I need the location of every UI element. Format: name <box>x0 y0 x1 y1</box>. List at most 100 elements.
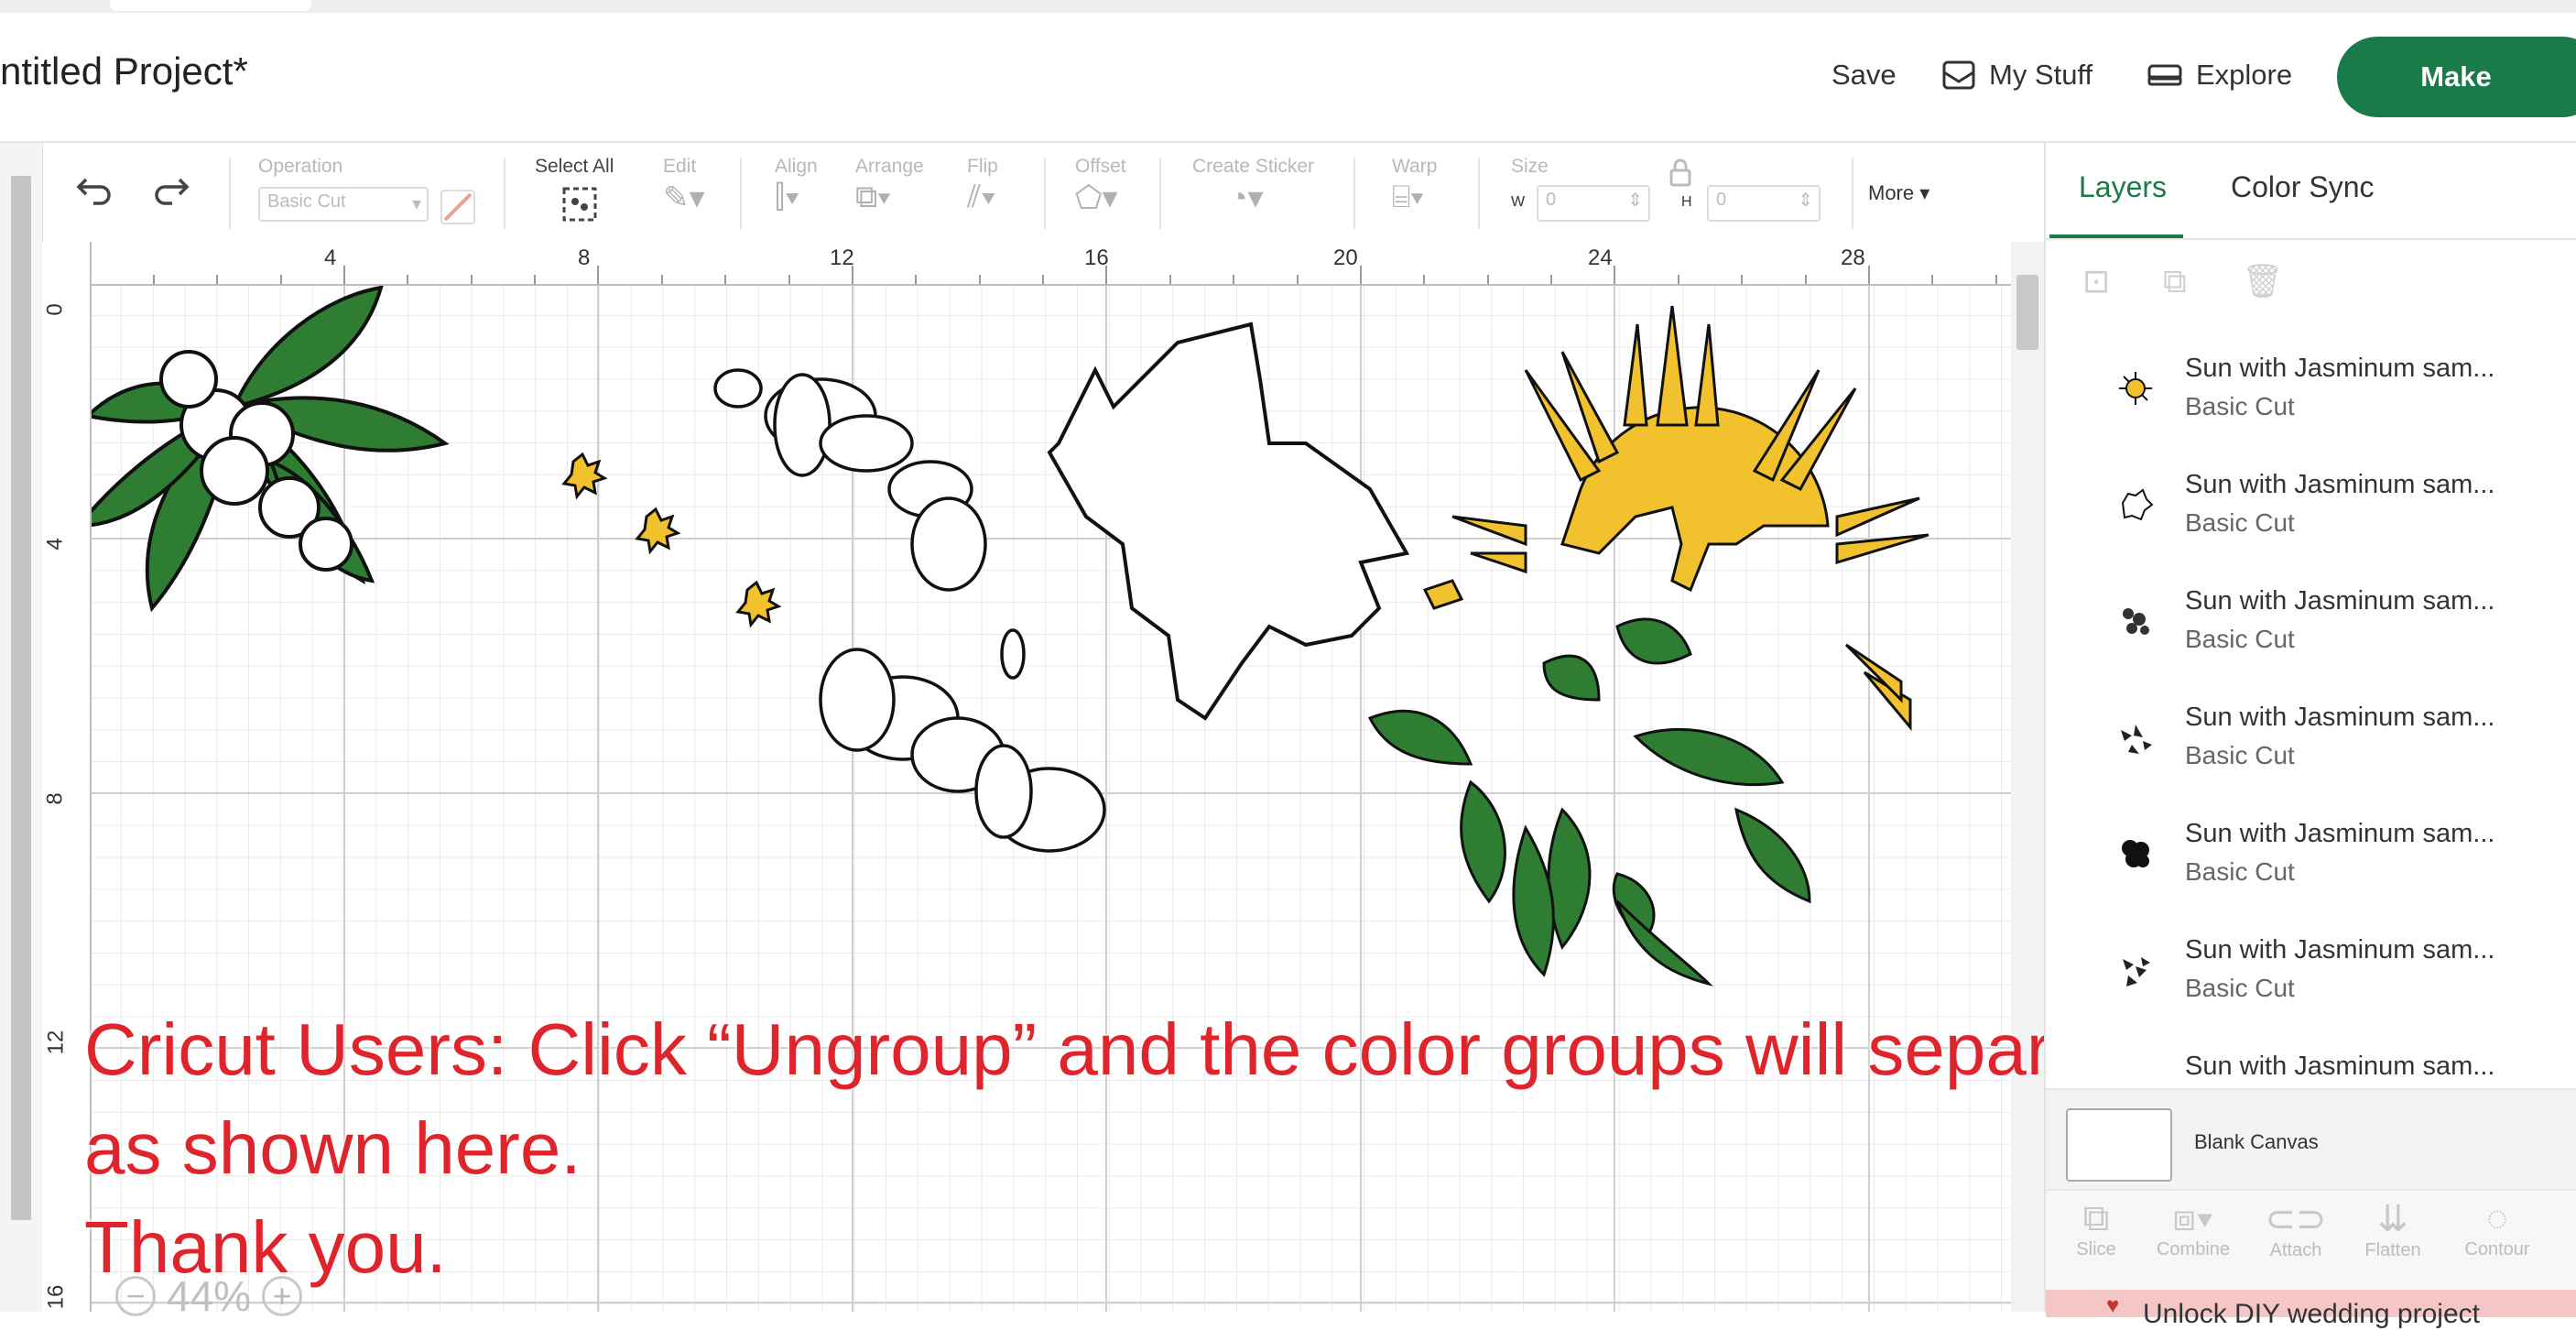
tab-color-sync[interactable]: Color Sync <box>2231 170 2375 204</box>
layer-operation: Basic Cut <box>2185 741 2295 769</box>
layer-name: Sun with Jasminum sam... <box>2185 819 2495 848</box>
layer-name: Sun with Jasminum sam... <box>2185 703 2495 732</box>
more-label: More <box>1868 181 1915 204</box>
offset-label: Offset <box>1075 156 1126 177</box>
canvas-scroll-thumb[interactable] <box>2016 275 2038 350</box>
create-sticker-label: Create Sticker <box>1192 156 1315 177</box>
arrange-button[interactable]: Arrange ⧉▾ <box>855 156 924 215</box>
layers-panel: Layers Color Sync ⊡ ⧉ 🗑 Sun with Jasminu… <box>2044 143 2576 1329</box>
lock-icon <box>1669 158 1691 187</box>
sticker-icon: ◔▾ <box>1229 180 1264 215</box>
layer-item[interactable]: Sun with Jasminum sam... Basic Cut <box>2046 335 2576 452</box>
flip-button[interactable]: Flip ⫽▾ <box>967 156 998 215</box>
operation-value: Basic Cut <box>267 191 346 212</box>
undo-icon <box>76 178 111 205</box>
create-sticker-button[interactable]: Create Sticker ◔▾ <box>1192 156 1314 216</box>
browser-tab-strip <box>0 0 2576 13</box>
layer-name: Sun with Jasminum sam... <box>2185 354 2495 383</box>
more-button[interactable]: More ▾ <box>1868 181 1929 205</box>
select-all-label: Select All <box>535 156 614 177</box>
lock-ratio-button[interactable] <box>1667 158 1694 193</box>
layer-item[interactable]: Sun with Jasminum sam... Basic Cut <box>2046 684 2576 801</box>
my-stuff-label: My Stuff <box>1989 59 2093 91</box>
ruler-top: 4 8 12 16 20 24 28 <box>42 242 2011 286</box>
project-title[interactable]: ntitled Project* <box>0 49 248 93</box>
delete-icon[interactable]: 🗑 <box>2242 262 2284 300</box>
height-input[interactable]: 0 ⇕ <box>1707 185 1821 222</box>
tab-layers[interactable]: Layers <box>2079 170 2167 204</box>
layer-thumbnail-icon <box>2121 488 2154 521</box>
undo-button[interactable] <box>73 170 115 212</box>
warp-icon: ⌸▾ <box>1392 180 1424 214</box>
color-swatch-icon <box>440 190 475 224</box>
zoom-control: − 44% + <box>115 1271 303 1321</box>
blank-canvas-label: Blank Canvas <box>2194 1130 2319 1153</box>
redo-button[interactable] <box>150 170 192 212</box>
zoom-in-button[interactable]: + <box>262 1276 303 1316</box>
edit-label: Edit <box>663 156 697 177</box>
group-icon[interactable]: ⊡ <box>2082 262 2110 300</box>
layer-item[interactable]: Sun with Jasminum sam... Basic Cut <box>2046 917 2576 1033</box>
combine-label: Combine <box>2156 1239 2231 1259</box>
slice-button[interactable]: ⧉ Slice <box>2046 1198 2147 1260</box>
warp-label: Warp <box>1392 156 1438 177</box>
size-label: Size <box>1511 156 1549 177</box>
align-icon: ⫿▾ <box>775 180 800 214</box>
flatten-icon: ⇊ <box>2377 1199 2408 1239</box>
stepper-icon: ⇕ <box>1798 191 1813 211</box>
my-stuff-button[interactable]: My Stuff <box>1941 59 2092 92</box>
layer-item[interactable]: Sun with Jasminum sam... Basic Cut <box>2046 452 2576 568</box>
ruler-top-ticks <box>89 266 1997 284</box>
save-button[interactable]: Save <box>1831 59 1897 92</box>
align-label: Align <box>775 156 818 177</box>
layer-thumbnail-icon <box>2122 840 2149 867</box>
layer-name: Sun with Jasminum sam... <box>2185 586 2495 616</box>
blank-canvas-row[interactable]: Blank Canvas <box>2046 1088 2576 1191</box>
operation-group: Operation <box>258 156 342 178</box>
select-all-icon <box>562 187 597 222</box>
pencil-icon: ✎▾ <box>663 180 705 215</box>
upsell-banner[interactable]: ♥ Unlock DIY wedding project <box>2046 1290 2576 1329</box>
layer-operation: Basic Cut <box>2185 392 2295 420</box>
attach-button[interactable]: ⊂⊃ Attach <box>2245 1198 2346 1261</box>
ruler-left-tick: 4 <box>42 538 68 551</box>
align-button[interactable]: Align ⫿▾ <box>775 156 818 215</box>
machine-icon <box>2147 64 2182 86</box>
explore-button[interactable]: Explore <box>2147 59 2292 92</box>
layer-operation: Basic Cut <box>2185 857 2295 886</box>
select-all-button[interactable]: Select All <box>535 156 614 228</box>
offset-button[interactable]: Offset ⬠▾ <box>1075 156 1126 216</box>
ruler-left-tick: 8 <box>42 792 68 805</box>
combine-button[interactable]: ⧈▾ Combine <box>2143 1198 2244 1260</box>
layer-item[interactable]: Sun with Jasminum sam... Basic Cut <box>2046 801 2576 917</box>
layer-actions-bar: ⧉ Slice ⧈▾ Combine ⊂⊃ Attach ⇊ Flatten ◌… <box>2046 1189 2576 1292</box>
operation-label: Operation <box>258 156 343 177</box>
make-button[interactable]: Make <box>2337 37 2576 117</box>
layer-thumbnail-icon <box>2121 725 2152 754</box>
layer-item[interactable]: Sun with Jasminum sam... Basic Cut <box>2046 568 2576 684</box>
width-value: 0 <box>1546 190 1557 210</box>
stepper-icon: ⇕ <box>1627 191 1643 211</box>
width-input[interactable]: 0 ⇕ <box>1537 185 1650 222</box>
layer-item[interactable]: Sun with Jasminum sam... <box>2046 1033 2576 1088</box>
zoom-out-button[interactable]: − <box>115 1276 156 1316</box>
left-scrollbar-thumb[interactable] <box>11 176 31 1220</box>
edit-button[interactable]: Edit ✎▾ <box>663 156 705 216</box>
operation-select[interactable]: Basic Cut ▾ <box>258 187 429 222</box>
layer-thumbnail-icon <box>2119 372 2152 405</box>
arrange-label: Arrange <box>855 156 924 177</box>
contour-button[interactable]: ◌ Contour <box>2447 1198 2548 1260</box>
contour-label: Contour <box>2464 1239 2530 1259</box>
ruler-left-tick: 16 <box>43 1284 69 1310</box>
duplicate-icon[interactable]: ⧉ <box>2163 262 2187 301</box>
pen-color-swatch[interactable] <box>440 189 476 230</box>
flatten-button[interactable]: ⇊ Flatten <box>2342 1198 2443 1261</box>
arrange-icon: ⧉▾ <box>855 180 891 214</box>
layer-operation: Basic Cut <box>2185 508 2295 537</box>
blank-canvas-swatch[interactable] <box>2066 1108 2172 1182</box>
edit-toolbar: Operation Basic Cut ▾ Select All Edit ✎▾… <box>0 143 2044 244</box>
warp-button[interactable]: Warp ⌸▾ <box>1392 156 1437 215</box>
heart-icon: ♥ <box>2106 1293 2120 1318</box>
size-group: Size <box>1511 156 1549 178</box>
attach-label: Attach <box>2269 1240 2322 1260</box>
